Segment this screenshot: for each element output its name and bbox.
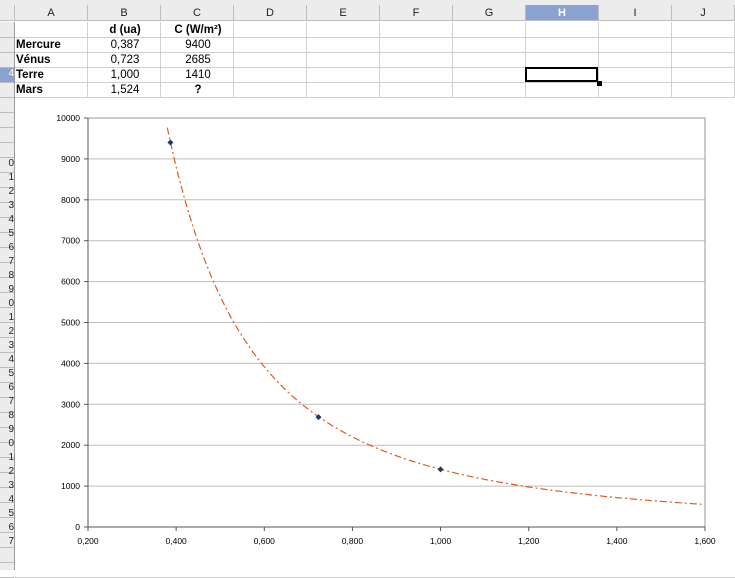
- x-tick-label: 1,200: [518, 536, 540, 546]
- x-tick-label: 0,600: [254, 536, 276, 546]
- row-header[interactable]: 0: [0, 298, 14, 311]
- row-header[interactable]: 6: [0, 522, 14, 535]
- y-tick-label: 1000: [61, 481, 80, 491]
- row-header[interactable]: 1: [0, 452, 14, 465]
- cell-name-venus[interactable]: Vénus: [16, 53, 51, 68]
- column-header-f[interactable]: F: [380, 5, 453, 21]
- column-header-e[interactable]: E: [307, 5, 380, 21]
- row-header[interactable]: 3: [0, 200, 14, 213]
- cell-d-venus[interactable]: 0,723: [89, 53, 161, 68]
- row-header-active[interactable]: 4: [0, 68, 14, 82]
- row-header[interactable]: 4: [0, 494, 14, 507]
- y-tick-label: 8000: [61, 195, 80, 205]
- row-header[interactable]: 3: [0, 480, 14, 493]
- row-header[interactable]: 7: [0, 396, 14, 409]
- row-header[interactable]: 6: [0, 242, 14, 255]
- header-c[interactable]: C (W/m²): [162, 23, 234, 38]
- header-d[interactable]: d (ua): [89, 23, 161, 38]
- cell-name-terre[interactable]: Terre: [16, 68, 44, 83]
- cell-d-mercure[interactable]: 0,387: [89, 38, 161, 53]
- column-header-i[interactable]: I: [599, 5, 672, 21]
- y-tick-label: 0: [75, 522, 80, 532]
- row-header[interactable]: 3: [0, 340, 14, 353]
- cell-d-terre[interactable]: 1,000: [89, 68, 161, 83]
- column-header-d[interactable]: D: [234, 5, 307, 21]
- x-tick-label: 1,600: [694, 536, 716, 546]
- row-header[interactable]: 4: [0, 354, 14, 367]
- row-header[interactable]: 5: [0, 228, 14, 241]
- spreadsheet: ABCDEFGHIJ 40123456789012345678901234567…: [0, 0, 735, 578]
- row-divider: [0, 127, 14, 128]
- row-header[interactable]: 2: [0, 186, 14, 199]
- cell-c-terre[interactable]: 1410: [162, 68, 234, 83]
- row-divider: [0, 112, 14, 113]
- y-tick-label: 4000: [61, 358, 80, 368]
- row-header[interactable]: 9: [0, 284, 14, 297]
- row-header[interactable]: 8: [0, 270, 14, 283]
- row-divider: [0, 82, 14, 83]
- x-tick-label: 0,200: [77, 536, 99, 546]
- selected-cell-h4[interactable]: [525, 67, 598, 82]
- y-tick-label: 6000: [61, 277, 80, 287]
- row-header[interactable]: 1: [0, 172, 14, 185]
- x-tick-label: 1,400: [606, 536, 628, 546]
- row-header[interactable]: 6: [0, 382, 14, 395]
- cell-c-mars[interactable]: ?: [162, 83, 234, 98]
- column-header-h[interactable]: H: [526, 5, 599, 21]
- x-tick-label: 1,000: [430, 536, 452, 546]
- scatter-chart[interactable]: 0 1000 2000 3000 4000 5000 6000 7000 8000 9000 100…: [15, 98, 735, 570]
- cell-c-venus[interactable]: 2685: [162, 53, 234, 68]
- chart-background: [15, 98, 735, 570]
- row-divider: [0, 562, 14, 563]
- select-all-corner[interactable]: [0, 5, 15, 21]
- y-tick-label: 2000: [61, 440, 80, 450]
- row-header[interactable]: 8: [0, 410, 14, 423]
- cell-c-mercure[interactable]: 9400: [162, 38, 234, 53]
- column-header-g[interactable]: G: [453, 5, 526, 21]
- y-tick-label: 5000: [61, 318, 80, 328]
- row-header[interactable]: 2: [0, 326, 14, 339]
- row-header[interactable]: 1: [0, 312, 14, 325]
- y-tick-label: 7000: [61, 236, 80, 246]
- column-header-b[interactable]: B: [88, 5, 161, 21]
- row-divider: [0, 142, 14, 143]
- row-header[interactable]: 9: [0, 424, 14, 437]
- column-header-c[interactable]: C: [161, 5, 234, 21]
- column-header-a[interactable]: A: [15, 5, 88, 21]
- cell-d-mars[interactable]: 1,524: [89, 83, 161, 98]
- row-header[interactable]: 0: [0, 438, 14, 451]
- row-header[interactable]: 5: [0, 508, 14, 521]
- row-header[interactable]: 0: [0, 158, 14, 171]
- x-tick-label: 0,400: [166, 536, 188, 546]
- row-header[interactable]: 7: [0, 256, 14, 269]
- row-divider: [0, 52, 14, 53]
- row-divider: [0, 37, 14, 38]
- row-header[interactable]: 4: [0, 214, 14, 227]
- row-header[interactable]: 2: [0, 466, 14, 479]
- row-header[interactable]: 7: [0, 536, 14, 549]
- x-tick-label: 0,800: [342, 536, 364, 546]
- row-divider: [0, 97, 14, 98]
- cell-name-mars[interactable]: Mars: [16, 83, 43, 98]
- y-tick-label: 9000: [61, 154, 80, 164]
- row-header[interactable]: 5: [0, 368, 14, 381]
- fill-handle[interactable]: [597, 81, 602, 86]
- y-tick-label: 10000: [56, 113, 80, 123]
- cell-name-mercure[interactable]: Mercure: [16, 38, 61, 53]
- y-tick-label: 3000: [61, 399, 80, 409]
- column-header-j[interactable]: J: [672, 5, 735, 21]
